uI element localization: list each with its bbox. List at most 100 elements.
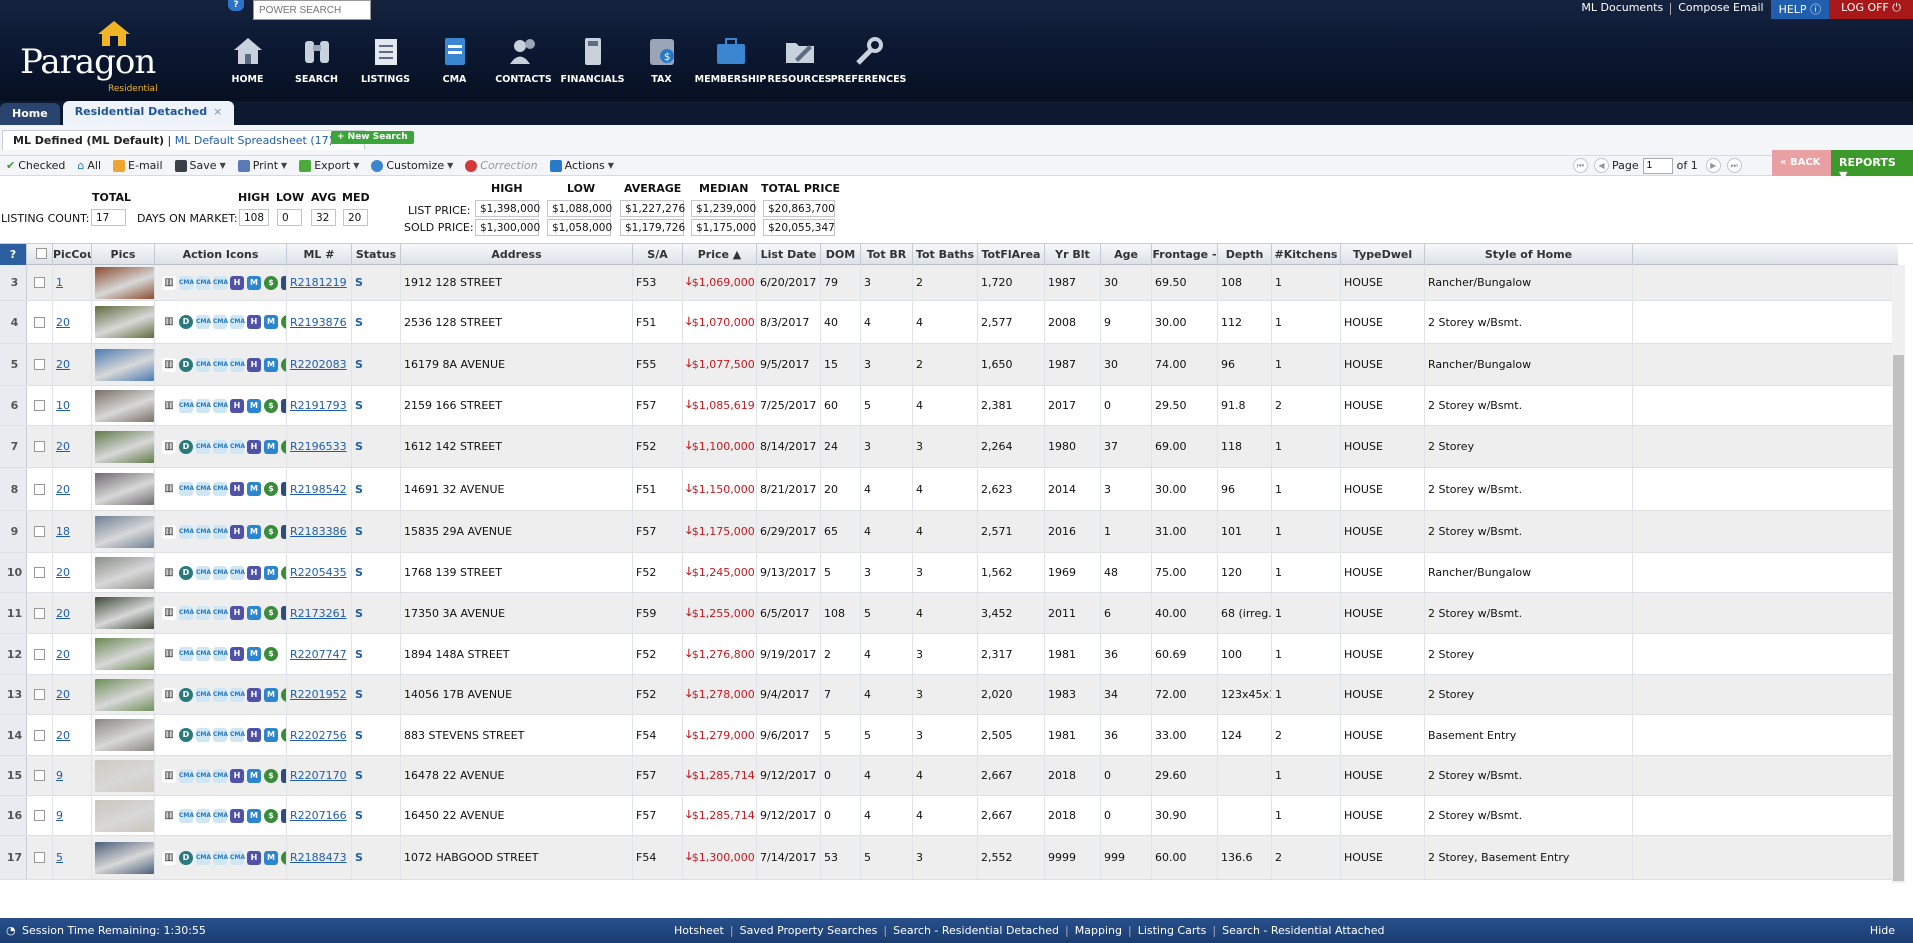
- nav-financials[interactable]: FINANCIALS: [558, 32, 627, 92]
- column-header[interactable]: Depth: [1218, 244, 1272, 265]
- d-doc-icon[interactable]: D: [179, 439, 193, 454]
- status-link[interactable]: S: [355, 566, 363, 579]
- stats-chart-icon[interactable]: ▥: [162, 687, 176, 702]
- history-icon[interactable]: H: [230, 398, 244, 413]
- table-row[interactable]: 5 20 ▥DCMACMACMAHM$ R2202083 S 16179 8A AVENU…: [0, 344, 1898, 386]
- row-checkbox[interactable]: [34, 852, 45, 863]
- listing-photo[interactable]: [95, 597, 154, 629]
- listing-photo[interactable]: [95, 719, 154, 751]
- email-button[interactable]: E-mail: [107, 156, 169, 176]
- photo-count-link[interactable]: 20: [56, 648, 70, 661]
- cma-icon[interactable]: CMA: [196, 647, 211, 661]
- column-header[interactable]: Action Icons: [155, 244, 287, 265]
- history-icon[interactable]: H: [247, 728, 261, 742]
- close-tab-icon[interactable]: ×: [213, 105, 222, 118]
- d-doc-icon[interactable]: D: [179, 687, 193, 702]
- stats-chart-icon[interactable]: ▥: [162, 850, 176, 865]
- cma-icon[interactable]: CMA: [230, 315, 245, 329]
- page-input[interactable]: [1642, 157, 1673, 174]
- status-link[interactable]: S: [355, 809, 363, 822]
- row-checkbox[interactable]: [34, 607, 45, 619]
- history-icon[interactable]: H: [230, 524, 244, 539]
- ml-number-link[interactable]: R2207166: [290, 809, 347, 822]
- listing-photo[interactable]: [95, 473, 154, 505]
- column-header[interactable]: Tot BR: [861, 244, 913, 265]
- photo-count-link[interactable]: 9: [56, 769, 63, 782]
- status-link[interactable]: S: [355, 276, 363, 289]
- cma-icon[interactable]: CMA: [179, 398, 194, 413]
- ml-number-link[interactable]: R2181219: [290, 276, 347, 289]
- table-row[interactable]: 15 9 ▥CMACMACMAHM$I R2207170 S 16478 22 AVENU…: [0, 756, 1898, 796]
- stats-chart-icon[interactable]: ▥: [162, 524, 176, 539]
- table-row[interactable]: 16 9 ▥CMACMACMAHM$I R2207166 S 16450 22 AVENU…: [0, 796, 1898, 836]
- cma-icon[interactable]: CMA: [179, 808, 194, 823]
- scrollbar-thumb[interactable]: [1893, 355, 1904, 881]
- listing-photo[interactable]: [95, 515, 154, 548]
- row-checkbox[interactable]: [34, 689, 45, 700]
- map-icon[interactable]: M: [264, 357, 278, 372]
- ml-number-link[interactable]: R2191793: [290, 399, 347, 412]
- tax-dollar-icon[interactable]: $: [264, 275, 278, 290]
- stats-chart-icon[interactable]: ▥: [162, 275, 176, 290]
- ml-number-link[interactable]: R2183386: [290, 525, 347, 538]
- cma-icon[interactable]: CMA: [196, 687, 211, 702]
- column-header[interactable]: Style of Home: [1425, 244, 1633, 265]
- history-icon[interactable]: H: [247, 850, 261, 865]
- column-header[interactable]: DOM: [821, 244, 861, 265]
- cma-icon[interactable]: CMA: [179, 647, 194, 661]
- listing-photo[interactable]: [95, 759, 154, 792]
- status-link[interactable]: S: [355, 648, 363, 661]
- row-checkbox[interactable]: [34, 441, 45, 452]
- paragon-logo[interactable]: Paragon Residential: [14, 14, 158, 94]
- hide-button[interactable]: Hide: [1870, 924, 1895, 937]
- stats-chart-icon[interactable]: ▥: [162, 808, 176, 823]
- status-link[interactable]: S: [355, 399, 363, 412]
- stats-chart-icon[interactable]: ▥: [162, 482, 176, 496]
- ml-number-link[interactable]: R2173261: [290, 607, 347, 620]
- cma-icon[interactable]: CMA: [230, 850, 245, 865]
- column-header[interactable]: S/A: [633, 244, 683, 265]
- nav-home[interactable]: HOME: [213, 32, 282, 92]
- photo-count-link[interactable]: 20: [56, 316, 70, 329]
- column-header[interactable]: Yr Blt: [1045, 244, 1101, 265]
- cma-icon[interactable]: CMA: [213, 315, 228, 329]
- stats-chart-icon[interactable]: ▥: [162, 647, 176, 661]
- map-icon[interactable]: M: [264, 687, 278, 702]
- ml-number-link[interactable]: R2201952: [290, 688, 347, 701]
- stats-chart-icon[interactable]: ▥: [162, 606, 176, 620]
- listing-photo[interactable]: [95, 430, 154, 463]
- map-icon[interactable]: M: [264, 315, 278, 329]
- listing-photo[interactable]: [95, 266, 154, 299]
- cma-icon[interactable]: CMA: [196, 565, 211, 580]
- tax-dollar-icon[interactable]: $: [264, 647, 278, 661]
- photo-count-link[interactable]: 20: [56, 358, 70, 371]
- history-icon[interactable]: H: [230, 275, 244, 290]
- cma-icon[interactable]: CMA: [196, 275, 211, 290]
- cma-icon[interactable]: CMA: [196, 808, 211, 823]
- photo-count-link[interactable]: 20: [56, 566, 70, 579]
- footer-link[interactable]: Listing Carts: [1132, 924, 1213, 937]
- map-icon[interactable]: M: [247, 647, 261, 661]
- status-link[interactable]: S: [355, 525, 363, 538]
- ml-number-link[interactable]: R2196533: [290, 440, 347, 453]
- back-button[interactable]: « BACK: [1772, 150, 1831, 177]
- photo-count-link[interactable]: 18: [56, 525, 70, 538]
- tax-dollar-icon[interactable]: $: [264, 606, 278, 620]
- cma-icon[interactable]: CMA: [179, 768, 194, 783]
- tab-residential-detached[interactable]: Residential Detached ×: [62, 101, 235, 125]
- status-link[interactable]: S: [355, 688, 363, 701]
- column-header[interactable]: Status: [352, 244, 401, 265]
- ml-number-link[interactable]: R2202083: [290, 358, 347, 371]
- nav-tax[interactable]: $ TAX: [627, 32, 696, 92]
- column-header[interactable]: Age: [1101, 244, 1152, 265]
- table-row[interactable]: 7 20 ▥DCMACMACMAHM$ R2196533 S 1612 142 STREE…: [0, 426, 1898, 468]
- table-row[interactable]: 1320▥DCMACMACMAHM$R2201952S14056 17B AVE…: [0, 675, 1898, 715]
- reports-button[interactable]: REPORTS ▼: [1831, 150, 1913, 182]
- cma-icon[interactable]: CMA: [196, 398, 211, 413]
- map-icon[interactable]: M: [264, 439, 278, 454]
- nav-search[interactable]: SEARCH: [282, 32, 351, 92]
- tax-dollar-icon[interactable]: $: [264, 524, 278, 539]
- cma-icon[interactable]: CMA: [196, 606, 211, 620]
- row-checkbox[interactable]: [34, 770, 45, 781]
- footer-link[interactable]: Mapping: [1069, 924, 1128, 937]
